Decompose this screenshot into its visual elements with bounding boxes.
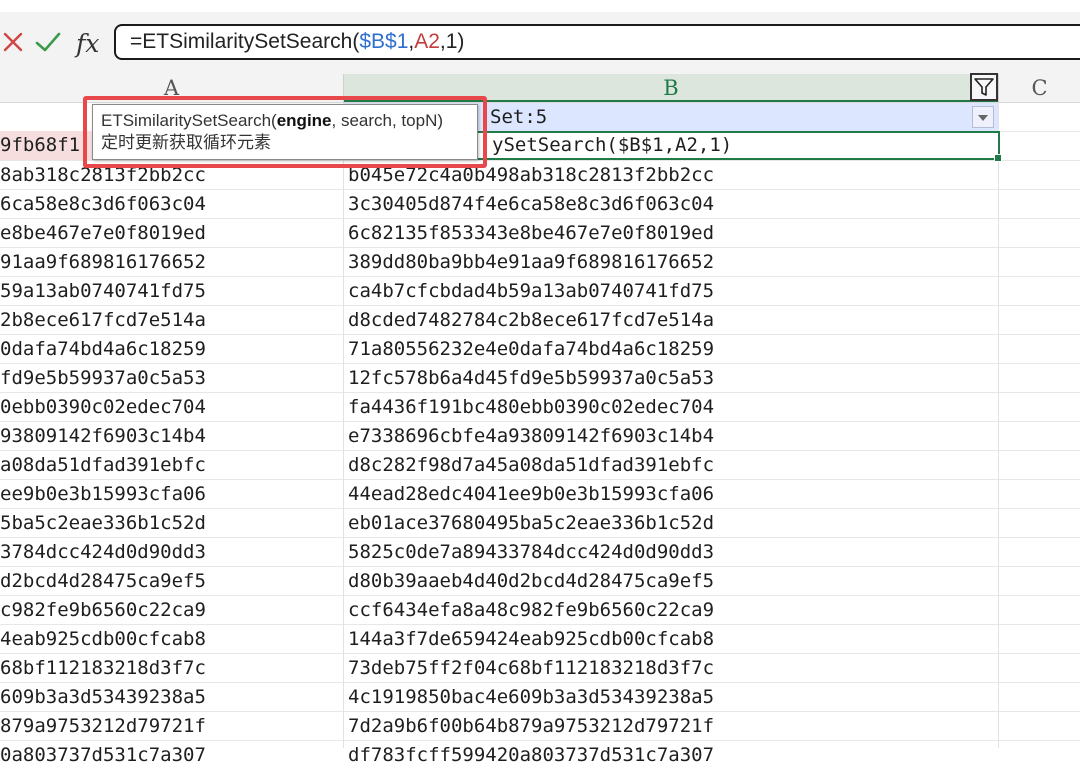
cell-b[interactable]: ccf6434efa8a48c982fe9b6560c22ca9 xyxy=(348,596,996,624)
table-row: a08da51dfad391ebfc d8c282f98d7a45a08da51d… xyxy=(0,450,1080,479)
cell-a[interactable]: 879a9753212d79721f xyxy=(0,712,342,740)
cell-a[interactable]: 91aa9f689816176652 xyxy=(0,248,342,276)
cell-a[interactable]: 3784dcc424d0d90dd3 xyxy=(0,538,342,566)
table-row: 0ebb0390c02edec704 fa4436f191bc480ebb0390… xyxy=(0,392,1080,421)
cell-a[interactable]: 2b8ece617fcd7e514a xyxy=(0,306,342,334)
table-row: 5ba5c2eae336b1c52d eb01ace37680495ba5c2ea… xyxy=(0,508,1080,537)
cell-b[interactable]: 4c1919850bac4e609b3a3d53439238a5 xyxy=(348,683,996,711)
formula-suffix: ,1) xyxy=(439,30,465,53)
cell-b[interactable]: eb01ace37680495ba5c2eae336b1c52d xyxy=(348,509,996,537)
table-row: 2b8ece617fcd7e514a d8cded7482784c2b8ece61… xyxy=(0,305,1080,334)
cell-b[interactable]: 73deb75ff2f04c68bf112183218d3f7c xyxy=(348,654,996,682)
table-row: 879a9753212d79721f 7d2a9b6f00b64b879a9753… xyxy=(0,711,1080,740)
table-row: 6ca58e8c3d6f063c04 3c30405d874f4e6ca58e8c… xyxy=(0,189,1080,218)
cell-b2-formula-text: ySetSearch($B$1,A2,1) xyxy=(492,134,733,156)
table-row: 68bf112183218d3f7c 73deb75ff2f04c68bf1121… xyxy=(0,653,1080,682)
cell-a2-text: 9fb68f1 xyxy=(0,134,81,156)
cell-a[interactable]: a08da51dfad391ebfc xyxy=(0,451,342,479)
dropdown-button[interactable] xyxy=(972,106,994,128)
table-row: 609b3a3d53439238a5 4c1919850bac4e609b3a3d… xyxy=(0,682,1080,711)
cell-b[interactable]: 144a3f7de659424eab925cdb00cfcab8 xyxy=(348,625,996,653)
cell-b[interactable]: 5825c0de7a89433784dcc424d0d90dd3 xyxy=(348,538,996,566)
cell-b[interactable]: d80b39aaeb4d40d2bcd4d28475ca9ef5 xyxy=(348,567,996,595)
cell-a[interactable]: d2bcd4d28475ca9ef5 xyxy=(0,567,342,595)
table-row: 93809142f6903c14b4 e7338696cbfe4a93809142… xyxy=(0,421,1080,450)
formula-bar: fx =ETSimilaritySetSearch($B$1,A2,1) xyxy=(0,12,1080,74)
cell-a[interactable]: ee9b0e3b15993cfa06 xyxy=(0,480,342,508)
function-icon[interactable]: fx xyxy=(76,29,99,58)
confirm-icon[interactable] xyxy=(34,28,62,56)
cell-b[interactable]: ca4b7cfcbdad4b59a13ab0740741fd75 xyxy=(348,277,996,305)
cell-a[interactable]: 93809142f6903c14b4 xyxy=(0,422,342,450)
filter-button[interactable] xyxy=(970,73,998,101)
table-row: 59a13ab0740741fd75 ca4b7cfcbdad4b59a13ab0… xyxy=(0,276,1080,305)
cell-a[interactable]: 0dafa74bd4a6c18259 xyxy=(0,335,342,363)
cell-b1-text: Set:5 xyxy=(490,106,548,128)
cell-a[interactable]: c982fe9b6560c22ca9 xyxy=(0,596,342,624)
cell-b[interactable]: 12fc578b6a4d45fd9e5b59937a0c5a53 xyxy=(348,364,996,392)
cell-a[interactable]: 59a13ab0740741fd75 xyxy=(0,277,342,305)
table-row: 0a803737d531c7a307 df783fcff599420a803737… xyxy=(0,740,1080,769)
cell-a[interactable]: 68bf112183218d3f7c xyxy=(0,654,342,682)
table-row: ee9b0e3b15993cfa06 44ead28edc4041ee9b0e3b… xyxy=(0,479,1080,508)
cell-b[interactable]: d8c282f98d7a45a08da51dfad391ebfc xyxy=(348,451,996,479)
cell-b[interactable]: 389dd80ba9bb4e91aa9f689816176652 xyxy=(348,248,996,276)
cell-a[interactable]: e8be467e7e0f8019ed xyxy=(0,219,342,247)
cell-a[interactable]: 609b3a3d53439238a5 xyxy=(0,683,342,711)
cell-b[interactable]: 7d2a9b6f00b64b879a9753212d79721f xyxy=(348,712,996,740)
table-row: 4eab925cdb00cfcab8 144a3f7de659424eab925c… xyxy=(0,624,1080,653)
cell-b[interactable]: 71a80556232e4e0dafa74bd4a6c18259 xyxy=(348,335,996,363)
formula-ref-b1: $B$1 xyxy=(359,30,409,53)
cell-a[interactable]: 4eab925cdb00cfcab8 xyxy=(0,625,342,653)
cell-b[interactable]: df783fcff599420a803737d531c7a307 xyxy=(348,741,996,769)
table-row: 3784dcc424d0d90dd3 5825c0de7a89433784dcc4… xyxy=(0,537,1080,566)
formula-ref-a2: A2 xyxy=(414,30,440,53)
column-header-c[interactable]: C xyxy=(999,74,1080,102)
cell-b[interactable]: 6c82135f853343e8be467e7e0f8019ed xyxy=(348,219,996,247)
table-row: c982fe9b6560c22ca9 ccf6434efa8a48c982fe9b… xyxy=(0,595,1080,624)
cell-a[interactable]: 5ba5c2eae336b1c52d xyxy=(0,509,342,537)
filter-icon xyxy=(974,78,994,96)
cell-b[interactable]: e7338696cbfe4a93809142f6903c14b4 xyxy=(348,422,996,450)
cell-b[interactable]: fa4436f191bc480ebb0390c02edec704 xyxy=(348,393,996,421)
cell-a[interactable]: fd9e5b59937a0c5a53 xyxy=(0,364,342,392)
sheet-grid[interactable]: Set:5 9fb68f1 ySetSearch($B$1,A2,1) 8ab3… xyxy=(0,103,1080,766)
table-row: 91aa9f689816176652 389dd80ba9bb4e91aa9f68… xyxy=(0,247,1080,276)
table-row: 0dafa74bd4a6c18259 71a80556232e4e0dafa74b… xyxy=(0,334,1080,363)
table-row: e8be467e7e0f8019ed 6c82135f853343e8be467e… xyxy=(0,218,1080,247)
cell-b[interactable]: 3c30405d874f4e6ca58e8c3d6f063c04 xyxy=(348,190,996,218)
cancel-icon[interactable] xyxy=(0,28,28,56)
formula-input[interactable]: =ETSimilaritySetSearch($B$1,A2,1) xyxy=(114,24,1080,60)
table-row: fd9e5b59937a0c5a53 12fc578b6a4d45fd9e5b59… xyxy=(0,363,1080,392)
highlight-annotation-box xyxy=(83,96,487,168)
table-row: d2bcd4d28475ca9ef5 d80b39aaeb4d40d2bcd4d2… xyxy=(0,566,1080,595)
cell-a[interactable]: 0a803737d531c7a307 xyxy=(0,741,342,769)
cell-a[interactable]: 0ebb0390c02edec704 xyxy=(0,393,342,421)
cell-a[interactable]: 6ca58e8c3d6f063c04 xyxy=(0,190,342,218)
cell-b[interactable]: d8cded7482784c2b8ece617fcd7e514a xyxy=(348,306,996,334)
formula-prefix: =ETSimilaritySetSearch( xyxy=(130,30,360,53)
cell-b[interactable]: 44ead28edc4041ee9b0e3b15993cfa06 xyxy=(348,480,996,508)
